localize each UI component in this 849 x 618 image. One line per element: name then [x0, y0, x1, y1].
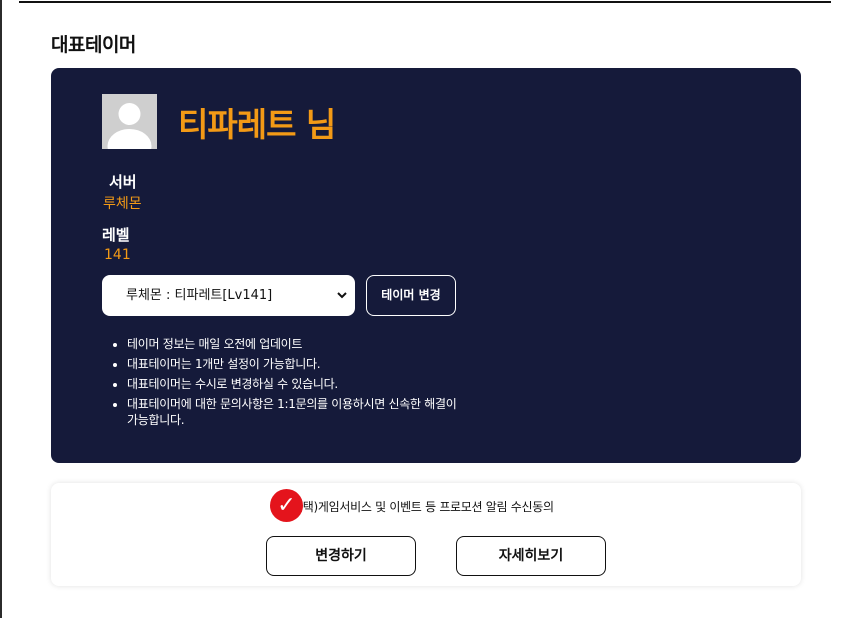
apply-change-button[interactable]: 변경하기 [266, 536, 416, 576]
avatar [102, 94, 157, 149]
section-title: 대표테이머 [51, 34, 136, 56]
notes-list: 테이머 정보는 매일 오전에 업데이트 대표테이머는 1개만 설정이 가능합니다… [113, 336, 457, 432]
tamer-card: 티파레트 님 서버 루체몬 레벨 141 루체몬 : 티파레트[Lv141] 테… [51, 68, 801, 463]
check-icon: ✓ [277, 493, 296, 518]
level-label: 레벨 [102, 226, 130, 244]
level-value: 141 [104, 247, 131, 263]
chevron-down-icon [337, 275, 347, 333]
consent-checkbox[interactable]: ✓ [270, 489, 303, 522]
top-divider [19, 1, 831, 3]
server-value: 루체몬 [103, 196, 142, 212]
note-item: 대표테이머는 수시로 변경하실 수 있습니다. [127, 376, 457, 392]
page: 대표테이머 티파레트 님 서버 루체몬 레벨 141 루체몬 : 티파레트[Lv… [0, 0, 849, 618]
consent-text: 선택)게임서비스 및 이벤트 등 프로모션 알림 수신동의 [292, 500, 554, 514]
user-silhouette-icon [102, 94, 157, 149]
change-tamer-button[interactable]: 테이머 변경 [366, 275, 456, 316]
consent-card: 선택)게임서비스 및 이벤트 등 프로모션 알림 수신동의 ✓ 변경하기 자세히… [51, 483, 801, 586]
note-item: 테이머 정보는 매일 오전에 업데이트 [127, 336, 457, 352]
tamer-select-value: 루체몬 : 티파레트[Lv141] [126, 288, 273, 303]
note-item: 대표테이머에 대한 문의사항은 1:1문의를 이용하시면 신속한 해결이 가능합… [127, 396, 457, 428]
server-label: 서버 [109, 173, 137, 191]
view-detail-button[interactable]: 자세히보기 [456, 536, 606, 576]
left-border [0, 0, 2, 618]
note-item: 대표테이머는 1개만 설정이 가능합니다. [127, 356, 457, 372]
tamer-select[interactable]: 루체몬 : 티파레트[Lv141] [102, 275, 355, 316]
character-name: 티파레트 님 [178, 105, 336, 144]
